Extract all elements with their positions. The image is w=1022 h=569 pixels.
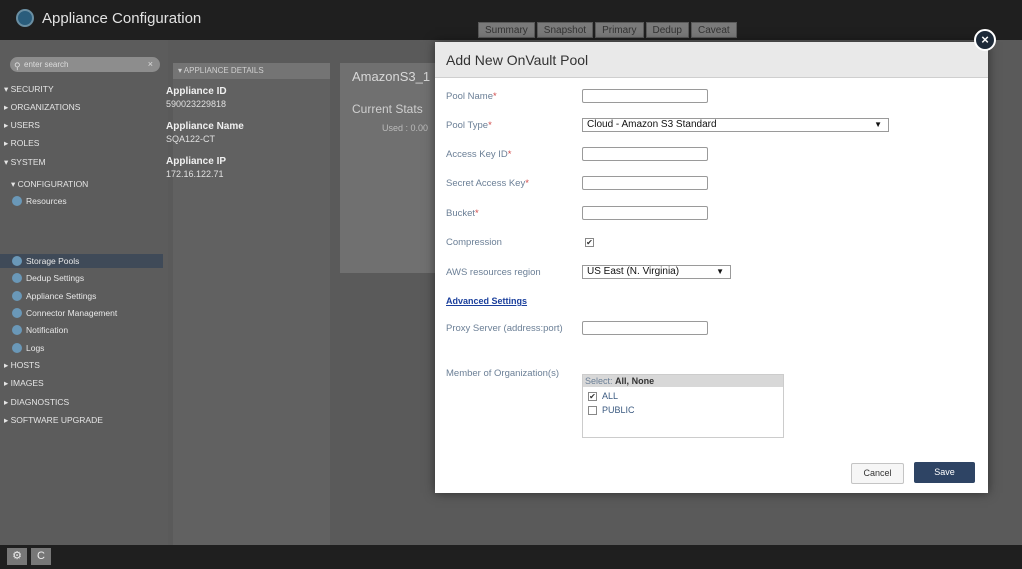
appliance-ip-label: Appliance IP <box>166 156 227 167</box>
secret-key-input[interactable] <box>582 176 708 190</box>
resources-icon <box>12 196 22 206</box>
org-select-bar: Select: All, None <box>583 375 783 387</box>
sidebar-item-system[interactable]: ▾ SYSTEM <box>4 156 46 168</box>
settings-gear-icon[interactable]: ⚙ <box>7 548 27 565</box>
pool-title: AmazonS3_1 <box>352 69 431 84</box>
sidebar-item-logs[interactable]: Logs <box>12 342 44 354</box>
select-all-link[interactable]: All <box>615 376 627 386</box>
region-value: US East (N. Virginia) <box>587 266 680 277</box>
details-header[interactable]: ▾ APPLIANCE DETAILS <box>173 63 330 79</box>
access-key-input[interactable] <box>582 147 708 161</box>
org-public-checkbox[interactable] <box>588 406 597 415</box>
dialog-header: Add New OnVault Pool <box>435 42 988 78</box>
org-all-label: ALL <box>602 391 619 401</box>
sidebar-item-diagnostics[interactable]: ▸ DIAGNOSTICS <box>4 396 69 408</box>
organizations-label: Member of Organization(s) <box>446 368 559 379</box>
pool-type-label: Pool Type* <box>446 120 492 131</box>
select-none-link[interactable]: None <box>632 376 655 386</box>
pool-type-select[interactable]: Cloud - Amazon S3 Standard ▼ <box>582 118 889 132</box>
tab-snapshot[interactable]: Snapshot <box>536 22 594 38</box>
compression-label: Compression <box>446 237 502 248</box>
chevron-down-icon: ▼ <box>874 120 882 129</box>
pool-name-label: Pool Name* <box>446 91 497 102</box>
dedup-settings-icon <box>12 273 22 283</box>
appliance-settings-icon <box>12 291 22 301</box>
chevron-down-icon: ▼ <box>716 267 724 276</box>
top-tabs: Summary Snapshot Primary Dedup Caveat <box>478 22 737 38</box>
dialog-title: Add New OnVault Pool <box>446 52 589 68</box>
proxy-server-input[interactable] <box>582 321 708 335</box>
sidebar-item-security[interactable]: ▾ SECURITY <box>4 83 54 95</box>
sidebar-item-notification[interactable]: Notification <box>12 324 68 336</box>
proxy-server-label: Proxy Server (address:port) <box>446 323 563 334</box>
org-all-checkbox[interactable]: ✔ <box>588 392 597 401</box>
appliance-ip-value: 172.16.122.71 <box>166 169 224 179</box>
appliance-name-value: SQA122-CT <box>166 134 216 144</box>
tab-summary[interactable]: Summary <box>478 22 535 38</box>
logs-icon <box>12 343 22 353</box>
tab-caveat[interactable]: Caveat <box>690 22 737 38</box>
region-select[interactable]: US East (N. Virginia) ▼ <box>582 265 731 279</box>
current-stats-heading: Current Stats <box>352 102 423 116</box>
appliance-name-label: Appliance Name <box>166 121 244 132</box>
sidebar-item-software-upgrade[interactable]: ▸ SOFTWARE UPGRADE <box>4 414 103 426</box>
sidebar-item-users[interactable]: ▸ USERS <box>4 119 40 131</box>
org-public-label: PUBLIC <box>602 405 635 415</box>
pool-type-value: Cloud - Amazon S3 Standard <box>587 119 717 130</box>
notification-icon <box>12 325 22 335</box>
sidebar-item-roles[interactable]: ▸ ROLES <box>4 137 39 149</box>
secret-key-label: Secret Access Key* <box>446 178 529 189</box>
save-button[interactable]: Save <box>914 462 975 483</box>
app-title: Appliance Configuration <box>42 10 202 27</box>
bucket-input[interactable] <box>582 206 708 220</box>
pool-name-input[interactable] <box>582 89 708 103</box>
appliance-id-value: 590023229818 <box>166 99 227 109</box>
appliance-id-label: Appliance ID <box>166 86 227 97</box>
sidebar-item-storage-pools[interactable]: Storage Pools <box>12 255 79 267</box>
appliance-details-panel: ▾ APPLIANCE DETAILS Appliance ID 5900232… <box>166 63 330 545</box>
used-stat: Used : 0.00 <box>382 123 429 133</box>
add-onvault-pool-dialog: Add New OnVault Pool Pool Name* Pool Typ… <box>435 42 988 493</box>
close-dialog-icon[interactable]: × <box>974 29 996 51</box>
title-bar: Appliance Configuration Summary Snapshot… <box>0 0 1022 40</box>
sidebar-item-configuration[interactable]: ▾ CONFIGURATION <box>11 178 88 190</box>
search-input[interactable]: ⚲ enter search × <box>10 57 160 72</box>
tab-primary[interactable]: Primary <box>595 22 644 38</box>
clear-search-icon[interactable]: × <box>148 57 153 72</box>
refresh-button[interactable]: C <box>31 548 51 565</box>
access-key-label: Access Key ID* <box>446 149 512 160</box>
sidebar-item-appliance-settings[interactable]: Appliance Settings <box>12 290 96 302</box>
sidebar-item-images[interactable]: ▸ IMAGES <box>4 377 44 389</box>
sidebar: ⚲ enter search × ▾ SECURITY ▸ ORGANIZATI… <box>0 40 168 545</box>
selected-nav-highlight <box>0 254 163 268</box>
storage-pools-icon <box>12 256 22 266</box>
sidebar-item-hosts[interactable]: ▸ HOSTS <box>4 359 40 371</box>
connector-management-icon <box>12 308 22 318</box>
search-icon: ⚲ <box>14 61 21 71</box>
organizations-list: Select: All, None ✔ ALL PUBLIC <box>582 374 784 438</box>
sidebar-item-resources[interactable]: Resources <box>12 195 67 207</box>
sidebar-item-connector-management[interactable]: Connector Management <box>12 307 117 319</box>
advanced-settings-link[interactable]: Advanced Settings <box>446 296 527 306</box>
tab-dedup[interactable]: Dedup <box>645 22 689 38</box>
search-placeholder: enter search <box>24 60 69 69</box>
app-logo-icon <box>16 9 34 27</box>
bucket-label: Bucket* <box>446 208 479 219</box>
cancel-button[interactable]: Cancel <box>851 463 904 484</box>
sidebar-item-organizations[interactable]: ▸ ORGANIZATIONS <box>4 101 80 113</box>
bottom-bar: ⚙ C <box>0 545 1022 569</box>
region-label: AWS resources region <box>446 267 541 278</box>
sidebar-item-dedup-settings[interactable]: Dedup Settings <box>12 272 84 284</box>
compression-checkbox[interactable]: ✔ <box>585 238 594 247</box>
